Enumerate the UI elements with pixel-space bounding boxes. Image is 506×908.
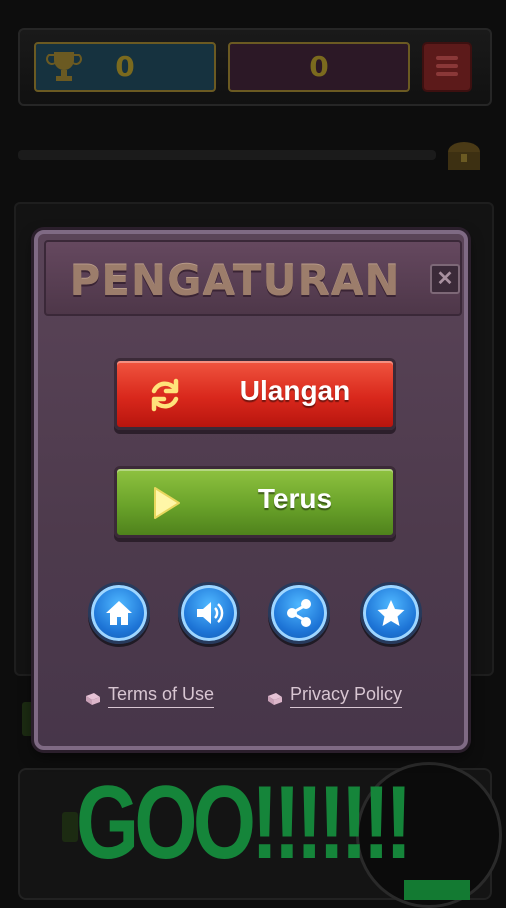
menu-button[interactable] [422, 42, 472, 92]
menu-icon-line [436, 72, 458, 76]
restart-button[interactable]: Ulangan [114, 358, 396, 430]
treasure-chest-icon[interactable] [442, 134, 486, 178]
current-score-box: 0 [228, 42, 410, 92]
restart-label: Ulangan [239, 375, 351, 406]
menu-icon-line [436, 64, 458, 68]
book-icon [268, 693, 282, 705]
home-button[interactable] [88, 582, 150, 644]
play-icon [154, 487, 180, 519]
share-button[interactable] [268, 582, 330, 644]
star-icon [377, 600, 405, 626]
close-button[interactable]: ✕ [430, 264, 460, 294]
progress-track [18, 150, 436, 160]
top-hud: 0 0 [18, 28, 492, 106]
rate-button[interactable] [360, 582, 422, 644]
home-icon [106, 601, 132, 625]
current-score-value: 0 [309, 50, 329, 83]
green-marker [404, 880, 470, 900]
goo-overlay-text: GOO!!!!!!! [76, 765, 412, 881]
refresh-icon [151, 378, 179, 412]
dialog-header: PENGATURAN ✕ [44, 240, 462, 316]
side-handle [22, 702, 34, 736]
privacy-policy-link[interactable]: Privacy Policy [290, 684, 403, 708]
best-score-value: 0 [115, 50, 135, 83]
speaker-icon [197, 602, 224, 624]
terms-of-use-link[interactable]: Terms of Use [108, 684, 215, 708]
share-icon [287, 599, 311, 627]
menu-icon [436, 56, 458, 60]
settings-dialog: PENGATURAN ✕ Ulangan Terus Terms of Use … [34, 230, 468, 750]
best-score-box: 0 [34, 42, 216, 92]
sound-button[interactable] [178, 582, 240, 644]
book-icon [86, 693, 100, 705]
dialog-title: PENGATURAN [69, 256, 401, 305]
continue-label: Terus [257, 483, 333, 514]
continue-button[interactable]: Terus [114, 466, 396, 538]
